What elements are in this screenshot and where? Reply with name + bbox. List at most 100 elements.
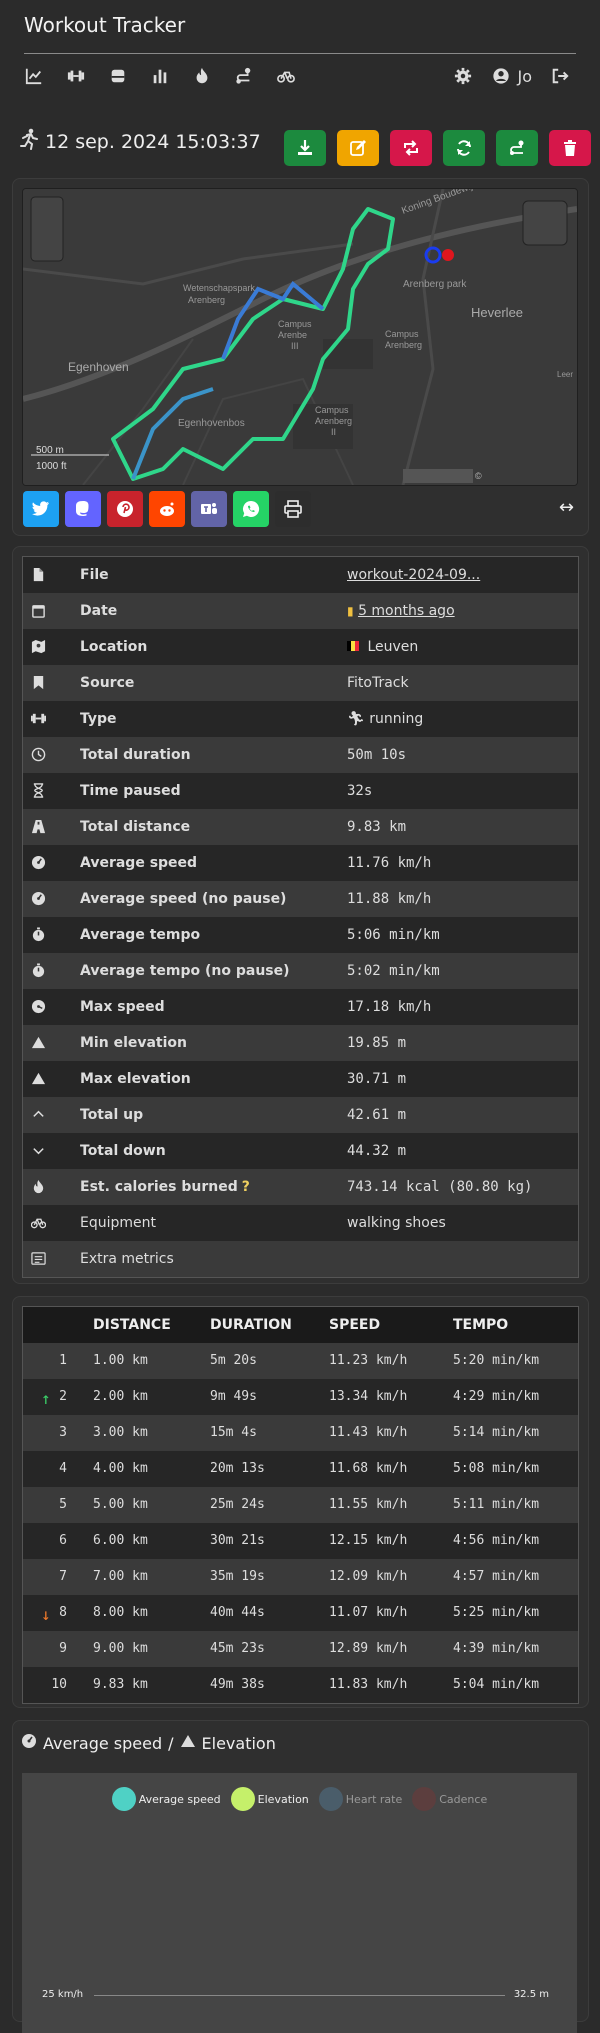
map-label-arenberg-park: Arenberg park <box>403 279 467 290</box>
split-distance: 6.00 km <box>93 1533 148 1548</box>
splits-table: DISTANCE DURATION SPEED TEMPO 1 1.00 km 5m… <box>22 1306 579 1704</box>
whatsapp-share-button[interactable] <box>233 491 269 527</box>
mastodon-share-button[interactable] <box>65 491 101 527</box>
route-icon <box>510 140 524 155</box>
fire-icon <box>31 1179 47 1195</box>
teams-icon <box>201 503 217 514</box>
delete-button[interactable] <box>549 130 591 166</box>
time-paused-value: 32s <box>347 783 373 799</box>
map-label-wetenschapspark: Wetenschapspark <box>183 283 255 293</box>
legend-swatch <box>412 1787 437 1811</box>
workout-info-table: File workout-2024-09... Date ▮ 5 months … <box>22 556 579 1278</box>
repeat-button[interactable] <box>390 130 432 166</box>
legend-label: Average speed <box>138 1792 221 1806</box>
map-scale-imperial: 1000 ft <box>36 461 67 472</box>
map-label-campus-3: Campus <box>315 405 349 415</box>
map-label-heverlee: Heverlee <box>471 305 523 320</box>
user-menu[interactable]: Jo <box>491 66 532 86</box>
map-label-campus-3c: II <box>331 427 336 437</box>
split-speed: 11.23 km/h <box>329 1353 408 1368</box>
gauge-icon <box>31 855 47 871</box>
route-button[interactable] <box>496 130 538 166</box>
map-canvas: Koning Boudewijnlaan Wetenschapspark Are… <box>23 189 577 485</box>
calories-help[interactable]: ? <box>242 1179 250 1195</box>
info-label: Max elevation <box>80 1071 191 1087</box>
teams-share-button[interactable] <box>191 491 227 527</box>
split-tempo: 5:11 min/km <box>453 1497 540 1512</box>
legend-item[interactable]: Cadence <box>412 1787 487 1811</box>
refresh-button[interactable] <box>443 130 485 166</box>
min-elevation-value: 19.85 m <box>347 1035 407 1051</box>
split-duration: 40m 44s <box>210 1605 265 1620</box>
download-button[interactable] <box>284 130 326 166</box>
fire-icon[interactable] <box>192 66 212 86</box>
info-label: Equipment <box>80 1215 156 1231</box>
split-row: 1 1.00 km 5m 20s 11.23 km/h 5:20 min/km <box>23 1343 578 1379</box>
info-label: Type <box>80 711 117 727</box>
file-icon <box>31 567 47 583</box>
print-button[interactable] <box>275 491 311 527</box>
date-link[interactable]: 5 months ago <box>358 603 455 619</box>
map-attribution[interactable]: © <box>475 471 482 481</box>
split-speed: 12.09 km/h <box>329 1569 408 1584</box>
extra-metrics-toggle[interactable]: Extra metrics <box>80 1251 174 1267</box>
info-row-average-tempo: Average tempo 5:06 min/km <box>23 917 578 953</box>
split-distance: 5.00 km <box>93 1497 148 1512</box>
twitter-share-button[interactable] <box>23 491 59 527</box>
info-label: Est. calories burned? <box>80 1179 250 1195</box>
location-text: Leuven <box>367 639 419 655</box>
dumbbell-icon <box>31 711 47 727</box>
download-icon <box>298 140 312 155</box>
legend-item[interactable]: Elevation <box>230 1787 309 1811</box>
pinterest-share-button[interactable] <box>107 491 143 527</box>
split-tempo: 5:25 min/km <box>453 1605 540 1620</box>
equipment-link[interactable]: walking shoes <box>347 1215 446 1231</box>
dumbbell-icon[interactable] <box>66 66 86 86</box>
route-icon[interactable] <box>234 66 254 86</box>
map-label-campus-2b: Arenberg <box>385 340 422 350</box>
split-distance: 7.00 km <box>93 1569 148 1584</box>
average-tempo-no-pause-value: 5:02 min/km <box>347 963 440 979</box>
route-map[interactable]: Koning Boudewijnlaan Wetenschapspark Are… <box>22 188 578 486</box>
split-row: ↓ 8 8.00 km 40m 44s 11.07 km/h 5:25 min/km <box>23 1595 578 1631</box>
legend-item[interactable]: Average speed <box>111 1787 221 1811</box>
equipment-box-icon[interactable] <box>108 66 128 86</box>
chart-legend: Average speed Elevation Heart rate Cadence <box>22 1787 577 1811</box>
split-distance: 1.00 km <box>93 1353 148 1368</box>
map-label-leuven: Leer <box>557 370 573 379</box>
info-row-average-speed-no-pause: Average speed (no pause) 11.88 km/h <box>23 881 578 917</box>
expand-horizontal-icon[interactable]: ↔ <box>559 497 574 518</box>
statistics-bar-icon[interactable] <box>150 66 170 86</box>
bicycle-icon[interactable] <box>276 66 296 86</box>
info-row-total-distance: Total distance 9.83 km <box>23 809 578 845</box>
split-speed: 12.15 km/h <box>329 1533 408 1548</box>
header-duration[interactable]: DURATION <box>210 1317 292 1333</box>
gear-icon[interactable] <box>453 66 473 86</box>
reddit-share-button[interactable] <box>149 491 185 527</box>
split-tempo: 5:04 min/km <box>453 1677 540 1692</box>
map-label-egenhovenbos: Egenhovenbos <box>178 418 245 429</box>
header-distance[interactable]: DISTANCE <box>93 1317 171 1333</box>
split-row: 4 4.00 km 20m 13s 11.68 km/h 5:08 min/km <box>23 1451 578 1487</box>
legend-item[interactable]: Heart rate <box>318 1787 402 1811</box>
file-link[interactable]: workout-2024-09... <box>347 567 480 583</box>
info-row-extra-metrics[interactable]: Extra metrics <box>23 1241 578 1277</box>
split-speed: 11.83 km/h <box>329 1677 408 1692</box>
split-n: 7 <box>59 1569 67 1584</box>
gauge-icon <box>31 891 47 907</box>
axis-left-tick: 25 km/h <box>42 1989 84 2000</box>
chart-title-separator: / <box>168 1733 174 1753</box>
split-row: 10 9.83 km 49m 38s 11.83 km/h 5:04 min/km <box>23 1667 578 1703</box>
header-tempo[interactable]: TEMPO <box>453 1317 508 1333</box>
info-label: Total down <box>80 1143 166 1159</box>
refresh-icon <box>457 140 471 156</box>
info-row-source: Source FitoTrack <box>23 665 578 701</box>
source-value: FitoTrack <box>347 675 409 691</box>
app-title[interactable]: Workout Tracker <box>24 13 185 37</box>
info-label: Min elevation <box>80 1035 188 1051</box>
header-speed[interactable]: SPEED <box>329 1317 380 1333</box>
mountain-icon <box>31 1035 47 1051</box>
dashboard-chart-icon[interactable] <box>24 66 44 86</box>
edit-button[interactable] <box>337 130 379 166</box>
logout-icon[interactable] <box>550 66 570 86</box>
